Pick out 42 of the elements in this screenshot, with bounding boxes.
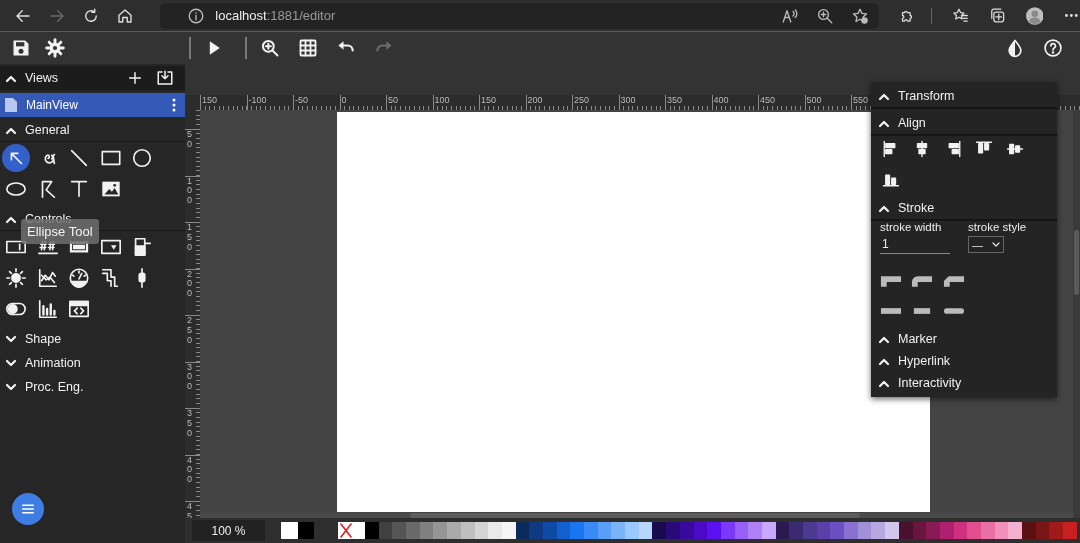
ruler-label: 300	[187, 362, 193, 393]
field-label: stroke width	[880, 221, 943, 233]
section-header[interactable]: Hyperlink	[871, 350, 1057, 372]
section-header[interactable]: General	[0, 119, 185, 142]
ruler-label: 250	[187, 316, 193, 346]
ruler-label: 0	[339, 95, 386, 106]
ruler-label: 400	[711, 95, 758, 106]
ruler-label: 500	[804, 95, 851, 106]
ruler-label: 450	[758, 95, 805, 106]
section-header[interactable]: Stroke	[871, 197, 1057, 221]
section-header[interactable]: Align	[871, 112, 1057, 136]
ruler-label: 250	[572, 95, 619, 106]
section-header[interactable]: Transform	[871, 85, 1057, 109]
stroke-width-field[interactable]: 1	[880, 236, 950, 254]
section-header[interactable]: Proc. Eng.	[0, 376, 185, 398]
ruler-label: 150	[200, 95, 247, 106]
stroke-style-dropdown[interactable]: —	[968, 236, 1004, 253]
section-header[interactable]: Shape	[0, 328, 185, 350]
address-bar[interactable]: localhost:1881/editor	[160, 2, 879, 29]
view-item[interactable]: MainView	[0, 93, 185, 117]
ruler-label: -100	[246, 95, 293, 106]
ruler-label: 350	[187, 409, 193, 439]
ruler-label: -50	[293, 95, 340, 106]
ruler-label: 300	[618, 95, 665, 106]
section-header[interactable]: Interactivity	[871, 372, 1057, 394]
section-header[interactable]: Marker	[871, 328, 1057, 350]
section-title: Views	[25, 70, 60, 85]
zoom-field[interactable]: 100 %	[192, 520, 265, 541]
ruler-label: 200	[525, 95, 572, 106]
ruler-label: 150	[479, 95, 526, 106]
ruler-label: 100	[187, 176, 193, 207]
ruler-label: 400	[187, 455, 193, 486]
field-label: stroke style	[968, 221, 1027, 233]
views-header[interactable]: Views	[0, 66, 185, 90]
ruler-label: 200	[187, 269, 193, 300]
ruler-label: 350	[665, 95, 712, 106]
ruler-label: 50	[187, 130, 193, 150]
ruler-label: 150	[187, 223, 193, 253]
ruler-label: 100	[432, 95, 479, 106]
url-text: localhost:1881/editor	[215, 8, 336, 23]
ruler-label: 50	[386, 95, 433, 106]
section-header[interactable]: Animation	[0, 352, 185, 374]
